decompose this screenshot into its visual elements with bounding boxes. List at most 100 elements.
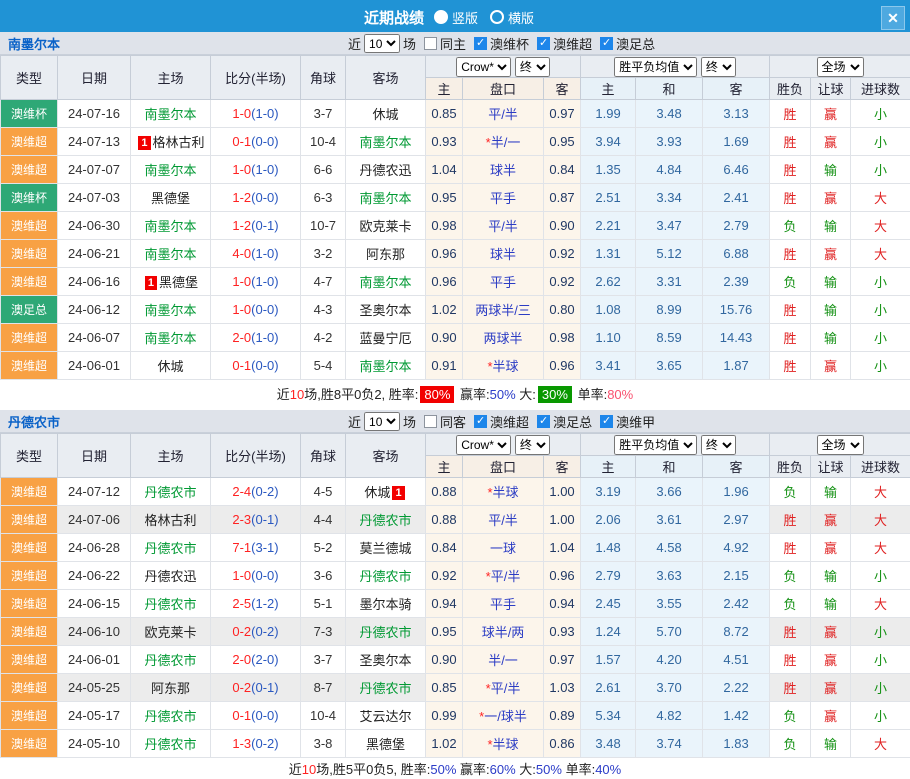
result: 负 [770, 268, 811, 296]
home-odds: 0.84 [426, 534, 463, 562]
avg-draw-odds: 4.58 [636, 534, 703, 562]
match-score: 2-4(0-2) [211, 478, 301, 506]
league-checkbox-aozuzong[interactable]: ✓ [537, 415, 550, 428]
average-time-select[interactable]: 终 [701, 435, 736, 455]
avg-draw-odds: 3.55 [636, 590, 703, 618]
away-odds: 0.97 [544, 100, 581, 128]
match-count-select[interactable]: 10 [364, 412, 400, 431]
match-date: 24-06-22 [58, 562, 131, 590]
average-type-select[interactable]: 胜平负均值 [614, 435, 697, 455]
avg-home-odds: 3.19 [581, 478, 636, 506]
corner-score: 4-2 [301, 324, 346, 352]
avg-away-odds: 1.42 [703, 702, 770, 730]
goals-total: 小 [851, 702, 910, 730]
away-odds: 0.80 [544, 296, 581, 324]
avg-home-odds: 2.61 [581, 674, 636, 702]
checkbox-label: 同客 [440, 412, 466, 431]
away-team-name: 丹德农市 [359, 513, 411, 528]
home-team: 丹德农市 [131, 590, 211, 618]
away-team-name: 南墨尔本 [359, 275, 411, 290]
away-odds: 0.89 [544, 702, 581, 730]
avg-draw-odds: 4.20 [636, 646, 703, 674]
result: 胜 [770, 618, 811, 646]
league-checkbox-aoweibei[interactable]: ✓ [474, 37, 487, 50]
handicap: *平/半 [463, 674, 544, 702]
col-header-away: 客场 [346, 434, 426, 478]
match-row: 澳维超24-06-30南墨尔本1-2(0-1)10-7欧克莱卡0.98平/半0.… [1, 212, 910, 240]
col-header-avg-draw: 和 [636, 78, 703, 100]
summary-segment: 近 [289, 762, 302, 777]
handicap-result: 赢 [811, 128, 851, 156]
away-team: 墨尔本骑 [346, 590, 426, 618]
result: 负 [770, 562, 811, 590]
summary-segment: 近 [277, 387, 290, 402]
handicap-result: 赢 [811, 100, 851, 128]
halftime-score: (1-0) [251, 106, 278, 121]
scope-select[interactable]: 全场 [817, 57, 864, 77]
match-count-select[interactable]: 10 [364, 34, 400, 53]
handicap-star: * [486, 135, 491, 150]
avg-home-odds: 1.24 [581, 618, 636, 646]
average-type-select[interactable]: 胜平负均值 [614, 57, 697, 77]
away-team-name: 丹德农迅 [359, 163, 411, 178]
section-header-dandenong-city: 丹德农市 近 10 场 同客 ✓ 澳维超 ✓ 澳足总 ✓ 澳维甲 [0, 410, 910, 433]
summary-segment: 60% [490, 762, 516, 777]
scope-select[interactable]: 全场 [817, 435, 864, 455]
match-score: 1-2(0-1) [211, 212, 301, 240]
close-button[interactable]: ✕ [881, 6, 905, 30]
league-checkbox-aozuzong[interactable]: ✓ [600, 37, 613, 50]
odds-group-header: Crow* 终 [426, 434, 581, 456]
league-checkbox-aoweijia[interactable]: ✓ [600, 415, 613, 428]
league-type-badge: 澳维杯 [1, 184, 58, 212]
col-header-type: 类型 [1, 434, 58, 478]
match-row: 澳维杯24-07-16南墨尔本1-0(1-0)3-7休城0.85平/半0.971… [1, 100, 910, 128]
league-type-badge: 澳维超 [1, 240, 58, 268]
home-odds: 1.02 [426, 730, 463, 758]
avg-home-odds: 3.41 [581, 352, 636, 380]
odds-company-select[interactable]: Crow* [456, 435, 511, 455]
filter-controls: 近 10 场 同主 ✓ 澳维杯 ✓ 澳维超 ✓ 澳足总 [348, 32, 655, 55]
average-group-header: 胜平负均值 终 [581, 56, 770, 78]
away-team: 南墨尔本 [346, 184, 426, 212]
league-type-badge: 澳维超 [1, 128, 58, 156]
avg-away-odds: 2.97 [703, 506, 770, 534]
handicap-result: 赢 [811, 506, 851, 534]
away-team-name: 欧克莱卡 [359, 219, 411, 234]
home-odds: 0.90 [426, 324, 463, 352]
avg-draw-odds: 5.70 [636, 618, 703, 646]
match-row: 澳足总24-06-12南墨尔本1-0(0-0)4-3圣奥尔本1.02两球半/三0… [1, 296, 910, 324]
home-team-name: 南墨尔本 [144, 247, 196, 262]
avg-away-odds: 2.42 [703, 590, 770, 618]
odds-company-select[interactable]: Crow* [456, 57, 511, 77]
away-team: 南墨尔本 [346, 352, 426, 380]
league-type-badge: 澳维超 [1, 674, 58, 702]
odds-time-select[interactable]: 终 [515, 435, 550, 455]
summary-segment: 40% [595, 762, 621, 777]
match-date: 24-06-01 [58, 352, 131, 380]
goals-total: 小 [851, 268, 910, 296]
league-type-badge: 澳足总 [1, 296, 58, 324]
home-odds: 0.95 [426, 618, 463, 646]
same-home-checkbox[interactable] [424, 37, 437, 50]
average-time-select[interactable]: 终 [701, 57, 736, 77]
odds-time-select[interactable]: 终 [515, 57, 550, 77]
league-checkbox-aoweichao[interactable]: ✓ [537, 37, 550, 50]
league-checkbox-aoweichao[interactable]: ✓ [474, 415, 487, 428]
match-date: 24-05-10 [58, 730, 131, 758]
match-date: 24-07-13 [58, 128, 131, 156]
goals-total: 小 [851, 646, 910, 674]
layout-option-horizontal[interactable]: 横版 [490, 8, 534, 27]
avg-away-odds: 15.76 [703, 296, 770, 324]
same-away-checkbox[interactable] [424, 415, 437, 428]
avg-draw-odds: 3.70 [636, 674, 703, 702]
halftime-score: (0-1) [251, 680, 278, 695]
match-row: 澳维超24-06-01休城0-1(0-0)5-4南墨尔本0.91*半球0.963… [1, 352, 910, 380]
handicap: 平/半 [463, 100, 544, 128]
away-odds: 0.98 [544, 324, 581, 352]
result: 胜 [770, 184, 811, 212]
halftime-score: (0-2) [251, 484, 278, 499]
handicap-result: 输 [811, 156, 851, 184]
goals-total: 小 [851, 156, 910, 184]
layout-option-vertical[interactable]: 竖版 [434, 8, 478, 27]
league-type-badge: 澳维超 [1, 478, 58, 506]
